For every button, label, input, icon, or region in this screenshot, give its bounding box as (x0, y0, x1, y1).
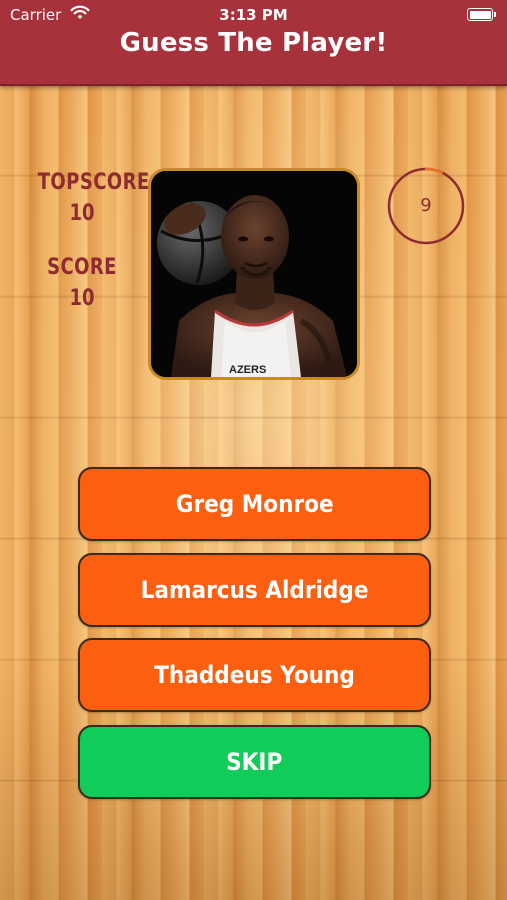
skip-label: SKIP (226, 748, 283, 776)
score-value: 10 (69, 286, 95, 311)
skip-button[interactable]: SKIP (78, 725, 431, 799)
answer-button-3[interactable]: Thaddeus Young (78, 638, 431, 712)
countdown-timer: 9 (386, 166, 466, 246)
answer-button-1[interactable]: Greg Monroe (78, 467, 431, 541)
topscore-block: TOPSCORE 10 (37, 170, 150, 226)
answer-label-2: Lamarcus Aldridge (140, 576, 369, 604)
answer-label-1: Greg Monroe (175, 490, 334, 518)
status-time: 3:13 PM (219, 6, 288, 24)
status-bar: Carrier 3:13 PM (0, 0, 507, 30)
topscore-label: TOPSCORE (37, 170, 150, 195)
svg-text:AZERS: AZERS (229, 364, 266, 376)
answer-button-2[interactable]: Lamarcus Aldridge (78, 553, 431, 627)
score-block: SCORE 10 (38, 255, 127, 311)
topscore-value: 10 (69, 201, 95, 226)
app-header: Carrier 3:13 PM Guess The Player! (0, 0, 507, 86)
page-title: Guess The Player! (119, 28, 388, 58)
battery-icon (467, 8, 496, 21)
player-photo: AZERS (148, 168, 360, 380)
answer-label-3: Thaddeus Young (154, 661, 355, 689)
score-label: SCORE (47, 255, 117, 280)
timer-value: 9 (420, 195, 432, 216)
